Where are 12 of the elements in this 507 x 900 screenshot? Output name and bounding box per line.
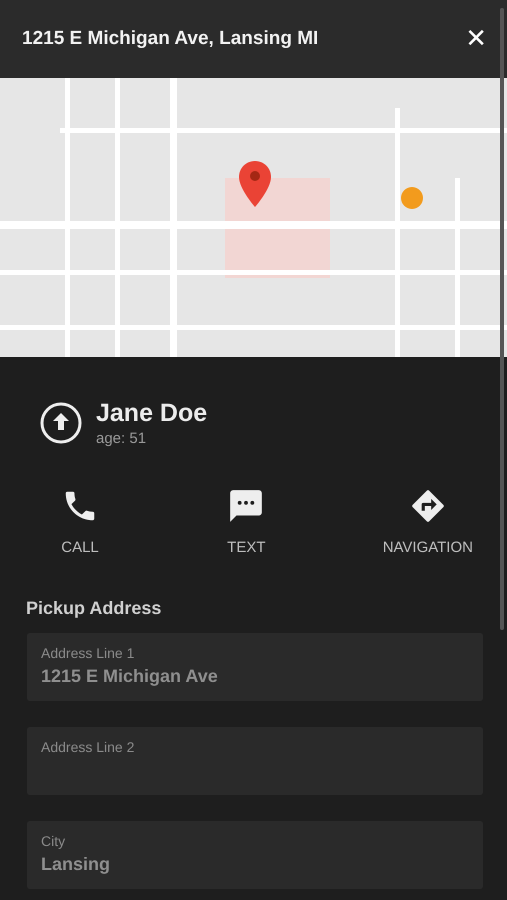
phone-action-button[interactable]: CALL: [50, 487, 110, 556]
input-field[interactable]: Address Line 2: [27, 727, 483, 795]
patient-age: age: 51: [96, 430, 148, 447]
patient-name: Jane Doe: [96, 399, 208, 428]
input-field[interactable]: City Lansing: [27, 821, 483, 889]
section-title: Pickup Address: [25, 597, 162, 619]
input-field[interactable]: Address Line 1 1215 E Michigan Ave: [27, 633, 483, 701]
navigation-action-button[interactable]: NAVIGATION: [382, 487, 473, 556]
header-title: 1215 E Michigan Ave, Lansing MI: [22, 28, 318, 50]
close-button[interactable]: ✕: [463, 24, 489, 54]
message-action-button[interactable]: TEXT: [216, 487, 276, 556]
scrollbar[interactable]: [500, 8, 504, 630]
